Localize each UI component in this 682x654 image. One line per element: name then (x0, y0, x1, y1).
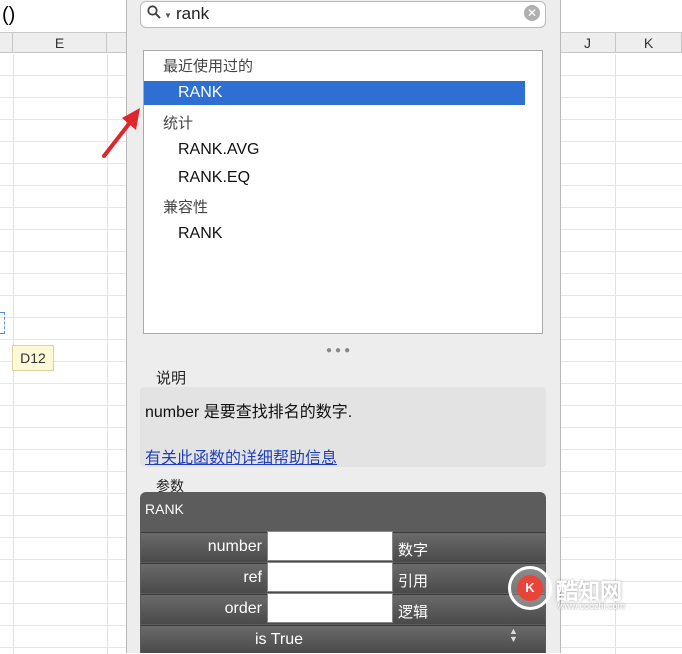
search-input[interactable] (176, 3, 496, 25)
watermark-logo-icon: K (517, 575, 543, 601)
column-header-f[interactable] (107, 33, 127, 53)
annotation-arrow-icon (102, 108, 140, 158)
search-icon[interactable] (147, 5, 161, 19)
column-header-j[interactable]: J (560, 33, 616, 53)
list-heading-stats: 统计 (163, 115, 194, 132)
column-header-d[interactable] (0, 33, 13, 53)
list-scrollbar[interactable] (525, 51, 541, 333)
help-link[interactable]: 有关此函数的详细帮助信息 (145, 444, 337, 468)
column-header-label: J (584, 35, 591, 51)
argument-type-number: 数字 (398, 542, 429, 559)
splitter-handle-icon[interactable]: ●●● (326, 345, 353, 356)
list-item-recent-rank[interactable]: RANK (144, 81, 525, 105)
column-header-e[interactable]: E (13, 33, 107, 53)
chevron-down-icon[interactable]: ▼ (164, 11, 172, 20)
column-header-label: K (643, 35, 654, 51)
grid-line (615, 54, 616, 654)
argument-input-order[interactable] (267, 593, 393, 623)
selected-cell-marquee[interactable] (0, 312, 5, 334)
argument-label-ref: ref (243, 569, 262, 586)
argument-label-number: number (207, 538, 262, 555)
list-item-rank-eq[interactable]: RANK.EQ (144, 166, 525, 190)
argument-type-order: 逻辑 (398, 604, 429, 621)
list-item-compat-rank[interactable]: RANK (144, 222, 525, 246)
cell-reference-tooltip: D12 (12, 345, 54, 371)
formula-text: () (2, 4, 16, 26)
argument-label-order: order (224, 600, 262, 617)
clear-search-icon[interactable]: ✕ (524, 5, 540, 21)
description-label: 说明 (156, 370, 187, 387)
argument-input-ref[interactable] (267, 562, 393, 592)
stepper-arrows-icon[interactable]: ▲ ▼ (509, 627, 518, 644)
list-heading-compat: 兼容性 (163, 199, 209, 216)
list-item-rank-avg[interactable]: RANK.AVG (144, 138, 525, 162)
argument-input-number[interactable] (267, 531, 393, 561)
column-header-label: E (54, 35, 65, 51)
description-text: number 是要查找排名的数字. (145, 404, 353, 421)
watermark-url: www.coozhi.com (558, 601, 626, 611)
column-header-k[interactable]: K (616, 33, 682, 53)
arguments-function-name: RANK (145, 501, 184, 517)
argument-type-ref: 引用 (398, 573, 429, 590)
argument-row-extra[interactable] (141, 625, 545, 653)
argument-extra-value[interactable]: is True (255, 631, 303, 649)
list-heading-recent: 最近使用过的 (163, 58, 254, 75)
